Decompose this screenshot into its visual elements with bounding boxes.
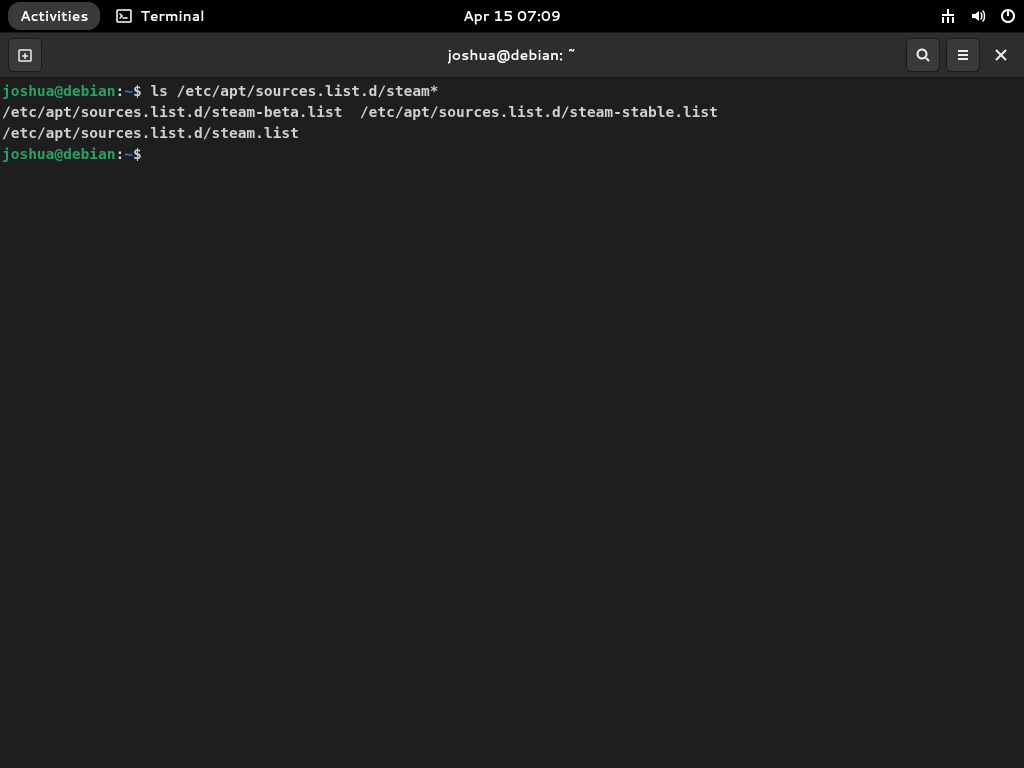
network-icon[interactable] [940,8,956,24]
output-line: /etc/apt/sources.list.d/steam.list [2,126,299,142]
activities-button[interactable]: Activities [8,2,100,30]
prompt-path: ~ [124,84,133,100]
prompt-separator: : [116,147,125,163]
close-button[interactable] [986,40,1016,70]
terminal-icon [116,8,132,24]
power-icon[interactable] [1000,8,1016,24]
clock[interactable]: Apr 15 07:09 [463,6,561,26]
terminal-viewport[interactable]: joshua@debian:~$ ls /etc/apt/sources.lis… [0,78,1024,768]
window-title: joshua@debian: ~ [448,45,577,65]
titlebar-right [906,38,1016,72]
command-text: ls /etc/apt/sources.list.d/steam* [150,84,438,100]
output-line: /etc/apt/sources.list.d/steam-beta.list … [2,105,718,121]
app-menu[interactable]: Terminal [116,6,204,26]
prompt-dollar: $ [133,84,150,100]
top-bar-left: Activities Terminal [8,2,205,30]
gnome-top-bar: Activities Terminal Apr 15 07:09 [0,0,1024,32]
new-tab-button[interactable] [8,38,42,72]
prompt-user-host: joshua@debian [2,147,116,163]
app-name-label: Terminal [140,6,204,26]
volume-icon[interactable] [970,8,986,24]
prompt-separator: : [116,84,125,100]
prompt-path: ~ [124,147,133,163]
prompt-dollar: $ [133,147,150,163]
window-titlebar: joshua@debian: ~ [0,32,1024,78]
menu-button[interactable] [946,38,980,72]
status-area[interactable] [940,8,1016,24]
prompt-user-host: joshua@debian [2,84,116,100]
search-button[interactable] [906,38,940,72]
